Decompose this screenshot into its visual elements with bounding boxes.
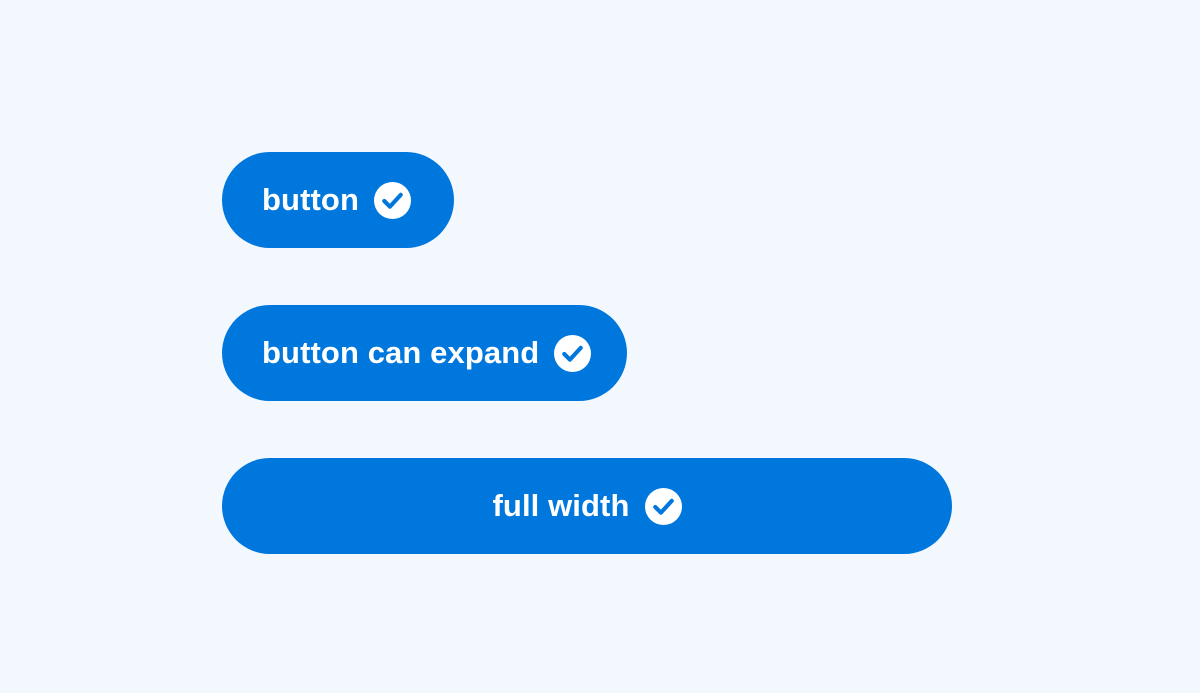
button-label: button bbox=[262, 182, 359, 217]
button-label: button can expand bbox=[262, 335, 540, 370]
check-circle-icon bbox=[374, 181, 411, 219]
button-default[interactable]: button bbox=[222, 152, 454, 248]
check-circle-icon bbox=[554, 334, 592, 372]
button-expand[interactable]: button can expand bbox=[222, 305, 627, 401]
check-circle-icon bbox=[644, 487, 682, 525]
button-full-width[interactable]: full width bbox=[222, 458, 952, 554]
button-label: full width bbox=[492, 488, 630, 523]
